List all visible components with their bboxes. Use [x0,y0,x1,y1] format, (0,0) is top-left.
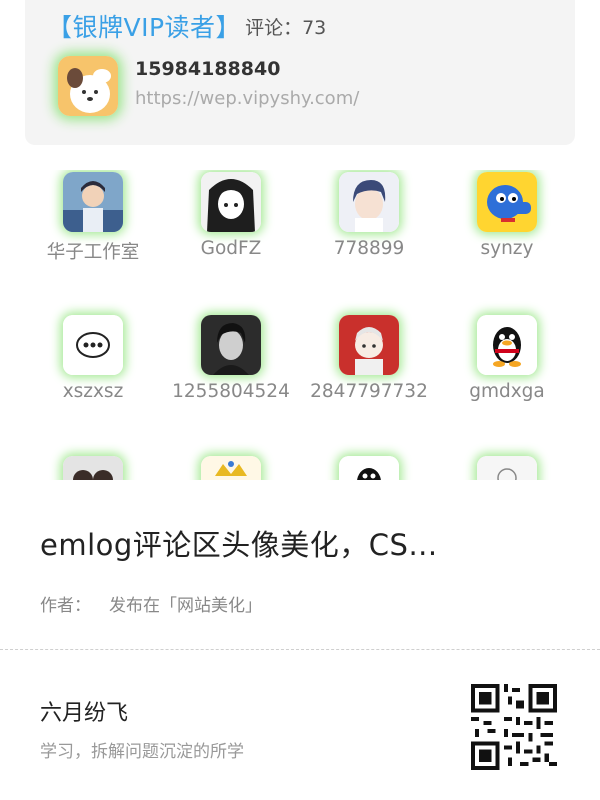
author-label: 作者： [40,596,91,616]
crown-avatar-icon [201,456,261,480]
reader-url-link[interactable]: https://wep.vipyshy.com/ [135,88,359,109]
manga-girl-avatar-icon [201,172,261,232]
avatar-item[interactable]: 华子工作室 [24,170,162,290]
avatar-name: gmdxga [469,381,545,402]
avatar-grid: 华子工作室 GodFZ 778899 synzy xszxsz 12558045… [24,170,576,480]
photo-avatar-icon [63,456,123,480]
blue-dog-avatar-icon [477,172,537,232]
avatar-item[interactable]: 778899 [300,170,438,290]
avatar-item[interactable]: 1255804524 [162,313,300,433]
site-name: 六月纷飞 [40,701,129,726]
dog-avatar-icon[interactable] [58,56,118,116]
reader-rank-line: 【银牌VIP读者】 评论：73 [47,10,326,42]
chat-bubble-avatar-icon [63,315,123,375]
share-poster-panel: emlog评论区头像美化，CS... 作者： 发布在「网站美化」 六月纷飞 学习，… [0,480,600,800]
avatar-name: GodFZ [200,238,262,259]
category-label: 发布在「网站美化」 [109,596,262,616]
qr-code-icon [471,684,557,770]
avatar-item[interactable] [438,454,576,480]
reader-card: 【银牌VIP读者】 评论：73 15984188840 https://wep.… [25,0,575,145]
reader-name[interactable]: 15984188840 [135,58,280,80]
site-slogan: 学习，拆解问题沉淀的所学 [40,742,244,762]
avatar-item[interactable]: synzy [438,170,576,290]
qq-penguin-avatar-icon [477,315,537,375]
avatar-name: synzy [480,238,534,259]
anime-boy-avatar-icon [339,172,399,232]
dark-boy-avatar-icon [201,315,261,375]
avatar-item[interactable]: gmdxga [438,313,576,433]
dashed-divider [0,649,600,650]
avatar-name: 华子工作室 [46,242,140,263]
comment-count: 评论：73 [245,16,327,39]
boy-illustration-avatar-icon [63,172,123,232]
article-title: emlog评论区头像美化，CS... [40,528,438,562]
sketch-avatar-icon [477,456,537,480]
avatar-item[interactable]: 2847797732 [300,313,438,433]
avatar-item[interactable]: GodFZ [162,170,300,290]
vip-rank-badge: 【银牌VIP读者】 [47,13,242,42]
avatar-item[interactable] [300,454,438,480]
avatar-name: 2847797732 [310,381,428,402]
avatar-item[interactable] [24,454,162,480]
avatar-name: 1255804524 [172,381,290,402]
avatar-item[interactable]: xszxsz [24,313,162,433]
qq-penguin-avatar-icon [339,456,399,480]
article-meta: 作者： 发布在「网站美化」 [40,591,262,616]
avatar-name: xszxsz [62,381,124,402]
avatar-name: 778899 [333,238,405,259]
avatar-item[interactable] [162,454,300,480]
chibi-character-avatar-icon [339,315,399,375]
